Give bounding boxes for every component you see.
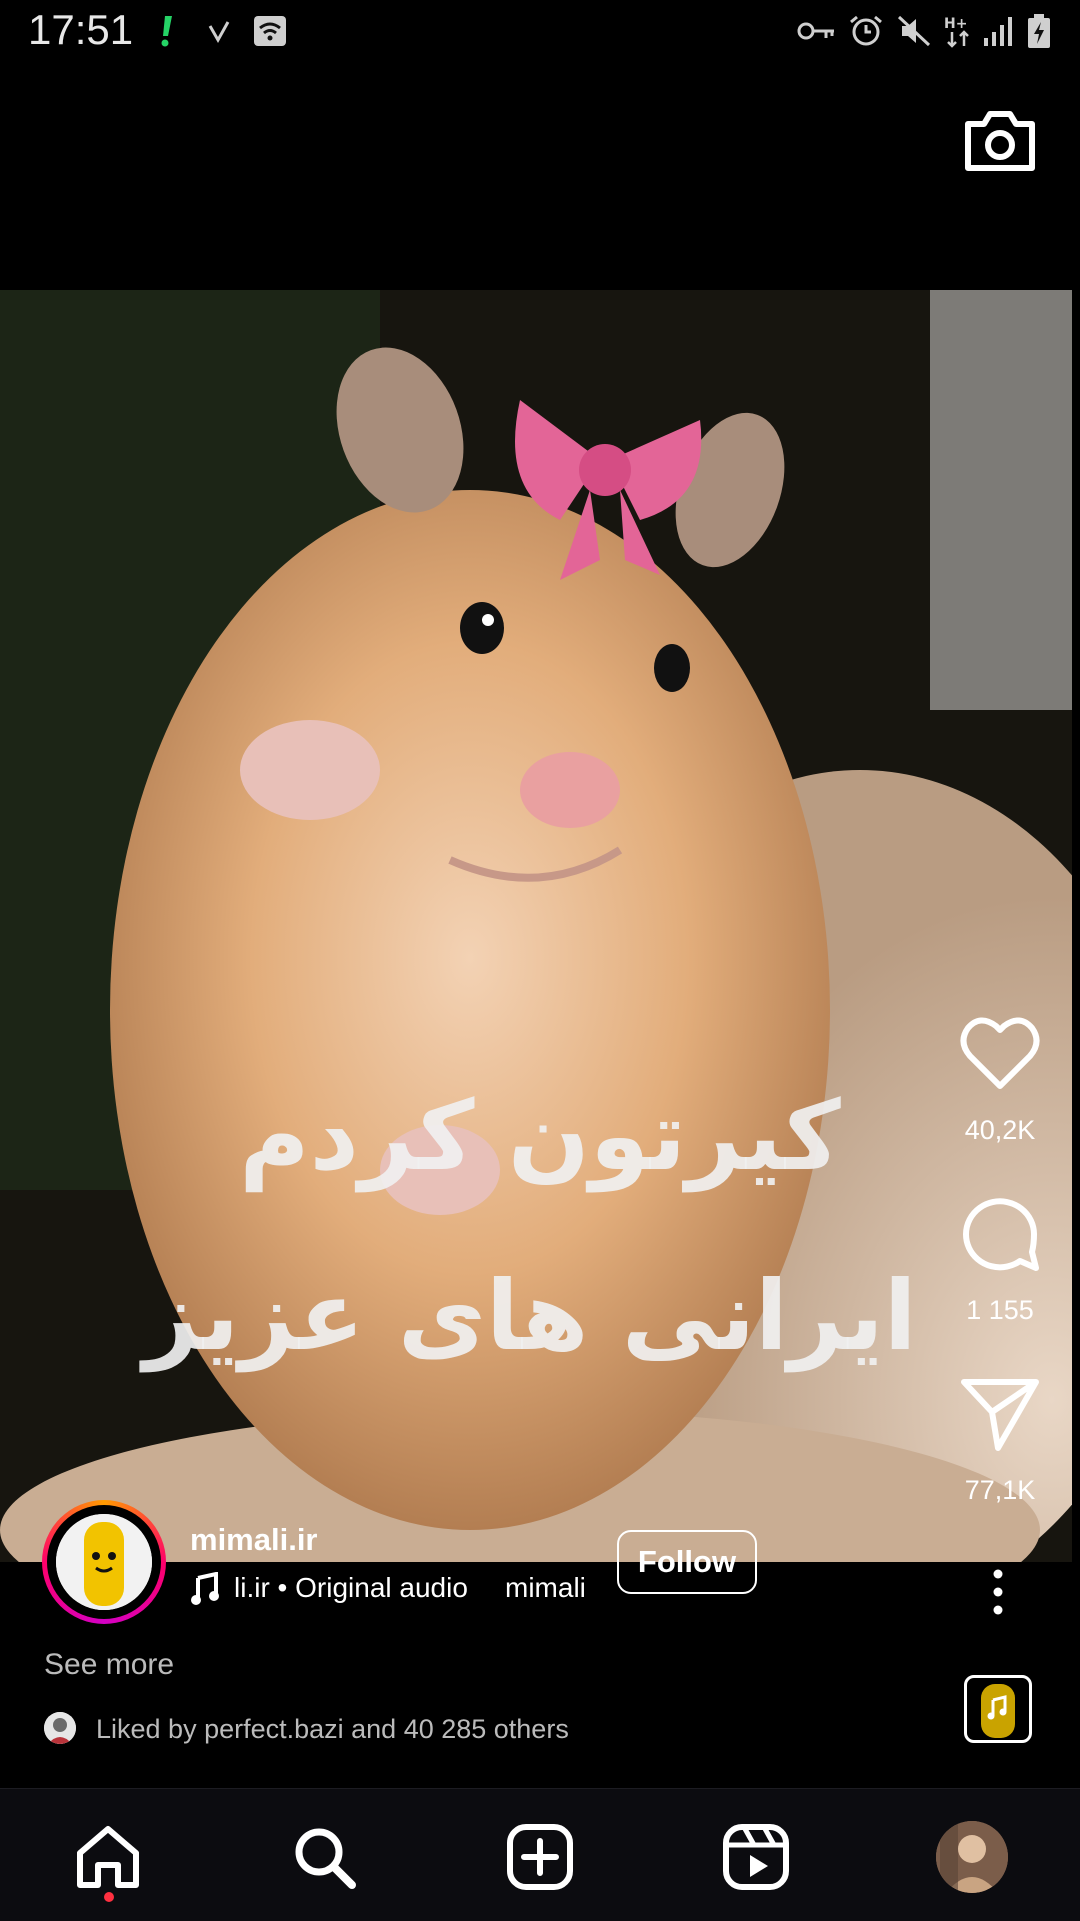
caption-overlay-line-2: ایرانی های عزیز xyxy=(143,1260,917,1372)
liker-avatar xyxy=(44,1712,76,1744)
audio-text: li.ir • Original audio xyxy=(234,1572,468,1603)
v-notification-icon xyxy=(208,21,230,44)
music-note-icon xyxy=(191,1572,219,1605)
share-send-icon[interactable] xyxy=(956,1370,1044,1458)
comment-bubble-icon[interactable] xyxy=(956,1190,1044,1278)
status-time: 17:51 xyxy=(28,6,134,53)
key-icon xyxy=(797,22,834,40)
exclamation-notification-icon xyxy=(161,16,172,47)
svg-text:H+: H+ xyxy=(944,16,967,32)
audio-thumbnail-icon xyxy=(981,1684,1015,1738)
camera-icon[interactable] xyxy=(960,100,1040,180)
profile-avatar[interactable] xyxy=(936,1821,1008,1893)
like-heart-icon[interactable] xyxy=(956,1010,1044,1098)
author-username[interactable]: mimali.ir xyxy=(190,1522,318,1558)
battery-charging-icon xyxy=(1028,14,1050,48)
home-notification-dot xyxy=(104,1892,114,1902)
comments-count[interactable]: 1 155 xyxy=(940,1295,1060,1326)
shares-count[interactable]: 77,1K xyxy=(940,1475,1060,1506)
reels-icon[interactable] xyxy=(720,1821,792,1893)
avatar-image xyxy=(56,1514,152,1610)
more-options-icon[interactable] xyxy=(978,1566,1018,1618)
search-icon[interactable] xyxy=(288,1821,360,1893)
caption-overlay-line-1: کیرتون کردم xyxy=(239,1080,841,1192)
see-more-link[interactable]: See more xyxy=(44,1648,174,1682)
follow-button[interactable]: Follow xyxy=(617,1530,757,1594)
hplus-data-icon: H+ xyxy=(944,16,969,48)
audio-tag: mimali xyxy=(505,1572,586,1603)
audio-track-thumbnail[interactable] xyxy=(964,1675,1032,1743)
home-icon[interactable] xyxy=(72,1821,144,1893)
liked-by-text: Liked by perfect.bazi and 40 285 others xyxy=(96,1714,569,1744)
author-avatar[interactable] xyxy=(42,1500,166,1624)
likes-count[interactable]: 40,2K xyxy=(940,1115,1060,1146)
bottom-navigation xyxy=(0,1788,1080,1921)
create-post-icon[interactable] xyxy=(504,1821,576,1893)
status-bar: 17:51 H+ xyxy=(0,0,1080,64)
mute-icon xyxy=(897,15,931,47)
signal-icon xyxy=(984,17,1012,46)
wifi-box-icon xyxy=(254,16,286,46)
alarm-icon xyxy=(850,15,882,46)
